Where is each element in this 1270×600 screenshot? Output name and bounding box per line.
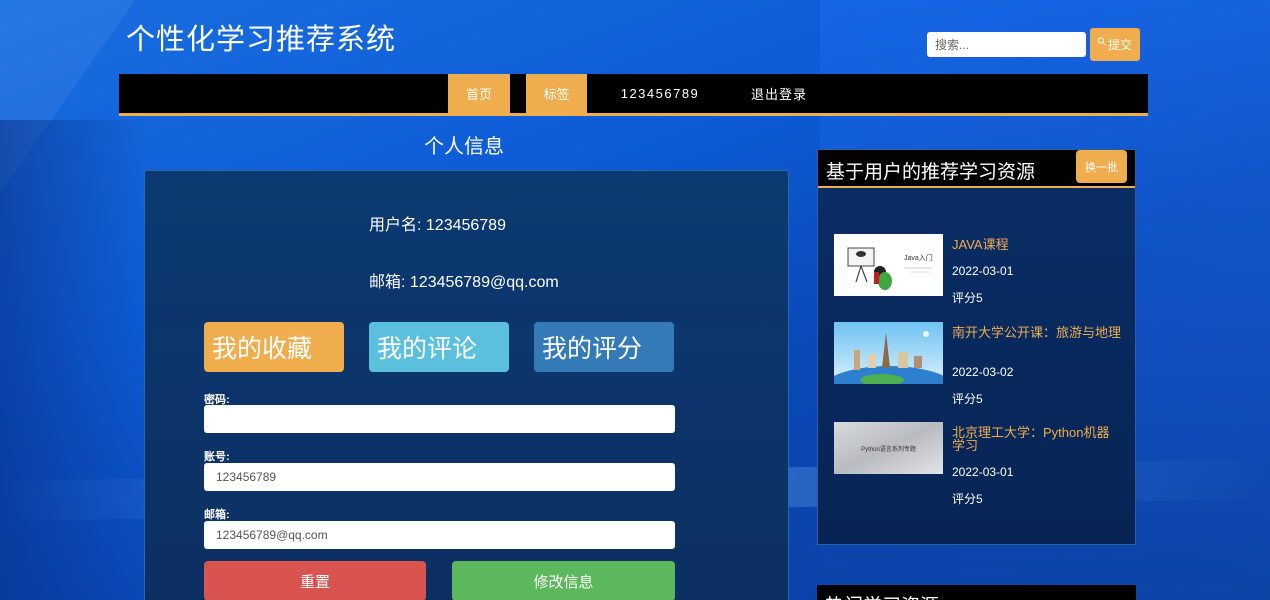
list-item: 南开大学公开课：旅游与地理 2022-03-02 评分5 <box>834 322 1124 412</box>
background-shade <box>0 120 150 600</box>
search-submit-label: 提交 <box>1108 38 1133 52</box>
hot-resources-title: 热门学习资源 <box>825 591 939 600</box>
thumbnail-text: Java入门 <box>904 253 933 262</box>
resource-score: 评分5 <box>952 392 983 406</box>
email-field[interactable] <box>204 521 675 549</box>
resource-score: 评分5 <box>952 291 983 305</box>
resource-title-link[interactable]: JAVA课程 <box>952 238 1122 251</box>
account-label: 账号: <box>204 451 230 463</box>
site-title: 个性化学习推荐系统 <box>126 24 397 56</box>
java-course-thumbnail[interactable]: Java入门 <box>834 234 943 296</box>
profile-panel: 用户名: 123456789 邮箱: 123456789@qq.com 我的收藏… <box>144 170 789 600</box>
email-label: 邮箱: <box>204 509 230 521</box>
hot-resources-header: 热门学习资源 <box>817 585 1136 600</box>
resource-date: 2022-03-01 <box>952 264 1014 278</box>
refresh-batch-button[interactable]: 换一批 <box>1076 150 1127 183</box>
search-submit-button[interactable]: ⚲ 提交 <box>1090 28 1140 61</box>
update-info-button[interactable]: 修改信息 <box>452 561 675 600</box>
my-comments-button[interactable]: 我的评论 <box>369 322 509 372</box>
search-input[interactable] <box>927 32 1086 57</box>
resource-score: 评分5 <box>952 492 983 506</box>
username-display: 用户名: 123456789 <box>369 217 506 234</box>
resource-title-link[interactable]: 南开大学公开课：旅游与地理 <box>952 326 1122 339</box>
password-field[interactable] <box>204 405 675 433</box>
list-item: Java入门 JAVA课程 2022-03-01 评分5 <box>834 234 1124 324</box>
resource-date: 2022-03-02 <box>952 365 1014 379</box>
python-ml-thumbnail[interactable]: Python语言系列专题 <box>834 422 943 484</box>
recommendation-header: 基于用户的推荐学习资源 换一批 <box>818 150 1135 188</box>
nav-logout[interactable]: 退出登录 <box>749 74 809 113</box>
nav-username[interactable]: 123456789 <box>621 74 699 113</box>
my-favorites-button[interactable]: 我的收藏 <box>204 322 344 372</box>
my-ratings-button[interactable]: 我的评分 <box>534 322 674 372</box>
list-item: Python语言系列专题 北京理工大学：Python机器学习 2022-03-0… <box>834 422 1124 512</box>
resource-date: 2022-03-01 <box>952 465 1014 479</box>
email-display: 邮箱: 123456789@qq.com <box>369 274 559 291</box>
main-navbar: 首页 标签 123456789 退出登录 <box>119 74 1148 116</box>
resource-title-link[interactable]: 北京理工大学：Python机器学习 <box>952 426 1122 452</box>
recommendation-title: 基于用户的推荐学习资源 <box>826 162 1036 183</box>
reset-button[interactable]: 重置 <box>204 561 426 600</box>
travel-geography-thumbnail[interactable] <box>834 322 943 384</box>
nav-home[interactable]: 首页 <box>448 74 510 113</box>
recommendation-panel: 基于用户的推荐学习资源 换一批 Java入门 JAVA课程 2022-03-01… <box>817 149 1136 545</box>
thumbnail-text: Python语言系列专题 <box>861 445 916 453</box>
nav-tags[interactable]: 标签 <box>526 74 587 113</box>
profile-section-title: 个人信息 <box>424 136 504 158</box>
account-field[interactable] <box>204 463 675 491</box>
